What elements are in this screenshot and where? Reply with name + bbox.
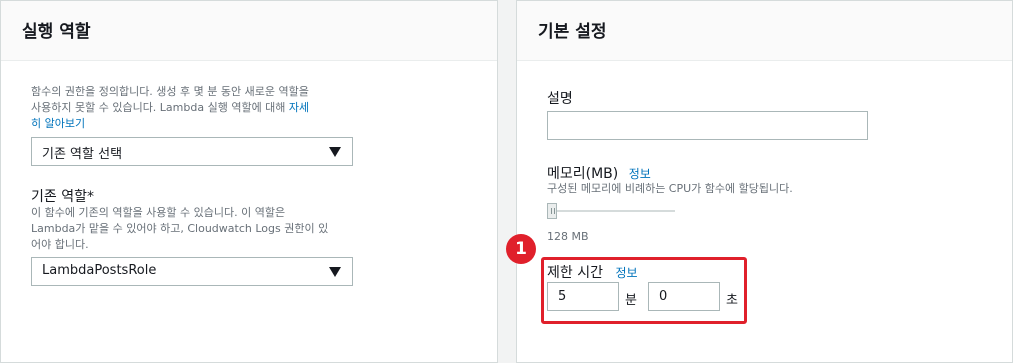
description-input[interactable] xyxy=(547,111,868,140)
timeout-label: 제한 시간 xyxy=(547,265,603,281)
execution-role-description: 함수의 권한을 정의합니다. 생성 후 몇 분 동안 새로운 역할을 사용하지 … xyxy=(31,84,361,132)
memory-info-link[interactable]: 정보 xyxy=(629,167,651,181)
timeout-minutes-input[interactable]: 5 xyxy=(547,282,619,311)
learn-more-link-part1[interactable]: 자세 xyxy=(289,101,309,114)
memory-slider-handle[interactable] xyxy=(547,203,557,219)
execution-role-title: 실행 역할 xyxy=(1,1,497,61)
seconds-unit: 초 xyxy=(726,293,738,308)
learn-more-link-part2[interactable]: 히 알아보기 xyxy=(31,116,361,132)
role-select[interactable]: 기존 역할 선택 xyxy=(31,137,353,166)
minutes-unit: 분 xyxy=(625,293,637,308)
timeout-info-link[interactable]: 정보 xyxy=(615,266,637,280)
memory-label-row: 메모리(MB) 정보 xyxy=(547,163,651,183)
existing-role-help-line-3: 어야 합니다. xyxy=(31,238,89,251)
role-select-value: 기존 역할 선택 xyxy=(42,147,123,162)
existing-role-select[interactable]: LambdaPostsRole xyxy=(31,257,353,286)
description-line-1: 함수의 권한을 정의합니다. 생성 후 몇 분 동안 새로운 역할을 xyxy=(31,85,309,98)
existing-role-help-line-1: 이 함수에 기존의 역할을 사용할 수 있습니다. 이 역할은 xyxy=(31,206,286,219)
description-label: 설명 xyxy=(547,91,573,107)
step-badge: 1 xyxy=(506,234,536,264)
memory-slider-track[interactable] xyxy=(547,210,675,212)
existing-role-help-line-2: Lambda가 맡을 수 있어야 하고, Cloudwatch Logs 권한이… xyxy=(31,222,329,235)
memory-help: 구성된 메모리에 비례하는 CPU가 함수에 할당됩니다. xyxy=(547,182,793,195)
memory-value: 128 MB xyxy=(547,230,589,243)
existing-role-select-value: LambdaPostsRole xyxy=(42,263,157,278)
dropdown-arrow-icon xyxy=(329,147,341,157)
execution-role-panel: 실행 역할 xyxy=(0,0,498,363)
existing-role-help: 이 함수에 기존의 역할을 사용할 수 있습니다. 이 역할은 Lambda가 … xyxy=(31,205,361,253)
dropdown-arrow-icon xyxy=(329,267,341,277)
memory-label: 메모리(MB) xyxy=(547,166,619,182)
description-line-2-text: 사용하지 못할 수 있습니다. Lambda 실행 역할에 대해 xyxy=(31,101,289,114)
description-line-2: 사용하지 못할 수 있습니다. Lambda 실행 역할에 대해 자세 xyxy=(31,100,361,116)
basic-settings-title: 기본 설정 xyxy=(517,1,1012,61)
existing-role-label: 기존 역할* xyxy=(31,189,94,205)
timeout-seconds-input[interactable]: 0 xyxy=(648,282,720,311)
timeout-label-row: 제한 시간 정보 xyxy=(547,262,638,282)
